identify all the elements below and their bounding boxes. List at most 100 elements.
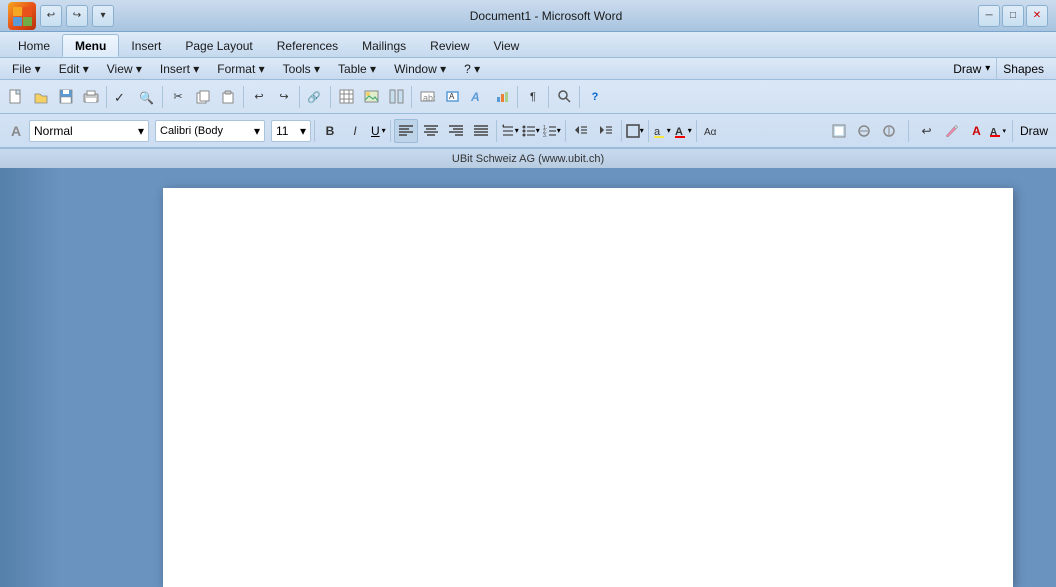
menu-format[interactable]: Format ▾ [209, 60, 272, 78]
office-logo[interactable] [8, 2, 36, 30]
numbering-button[interactable]: 1.2.3. ▾ [542, 119, 562, 143]
font-color-button[interactable]: A ▾ [673, 119, 693, 143]
separator-7 [517, 86, 518, 108]
tab-menu[interactable]: Menu [62, 34, 119, 57]
close-button[interactable]: ✕ [1026, 5, 1048, 27]
open-button[interactable] [29, 85, 53, 109]
tab-references[interactable]: References [265, 35, 350, 57]
sep-fmt-6 [648, 120, 649, 142]
quick-access-more[interactable]: ▾ [92, 5, 114, 27]
separator-2 [162, 86, 163, 108]
draw-dropdown-arrow[interactable]: ▾ [985, 63, 990, 74]
bullets-button[interactable]: ▾ [521, 119, 541, 143]
align-left-button[interactable] [394, 119, 418, 143]
help-button[interactable]: ? [583, 85, 607, 109]
print-button[interactable] [79, 85, 103, 109]
highlight-button[interactable]: a ▾ [652, 119, 672, 143]
line-spacing-arrow: ▾ [515, 126, 519, 135]
tab-review[interactable]: Review [418, 35, 481, 57]
change-styles-button[interactable]: Aα [700, 119, 724, 143]
align-right-button[interactable] [444, 119, 468, 143]
status-bar: UBit Schweiz AG (www.ubit.ch) [0, 148, 1056, 168]
borders-button[interactable]: ▾ [625, 119, 645, 143]
right-draw-btn2[interactable] [852, 119, 876, 143]
maximize-button[interactable]: □ [1002, 5, 1024, 27]
style-arrow: ▾ [138, 124, 144, 138]
undo-toolbar-button[interactable]: ↩ [247, 85, 271, 109]
italic-button[interactable]: I [343, 119, 367, 143]
bold-button[interactable]: B [318, 119, 342, 143]
separator-5 [330, 86, 331, 108]
menu-file[interactable]: File ▾ [4, 60, 49, 78]
tab-insert[interactable]: Insert [119, 35, 173, 57]
insert-table-button[interactable] [334, 85, 358, 109]
spellcheck-button[interactable]: ✓ [110, 85, 134, 109]
line-spacing-button[interactable]: ▾ [500, 119, 520, 143]
underline-button[interactable]: U ▾ [368, 119, 387, 143]
undo-button[interactable]: ↩ [40, 5, 62, 27]
size-value: 11 [276, 124, 288, 138]
content-area [0, 168, 1056, 587]
font-dropdown[interactable]: Calibri (Body ▾ [155, 120, 265, 142]
tab-view[interactable]: View [482, 35, 532, 57]
right-draw-btn3[interactable] [877, 119, 901, 143]
research-button[interactable]: 🔍 [135, 85, 159, 109]
sep-right-2 [1012, 120, 1013, 142]
svg-text:🔗: 🔗 [307, 90, 321, 104]
ribbon-tabs: Home Menu Insert Page Layout References … [0, 32, 1056, 58]
underline-arrow: ▾ [382, 126, 386, 135]
separator-4 [299, 86, 300, 108]
decrease-indent-button[interactable] [569, 119, 593, 143]
new-button[interactable] [4, 85, 28, 109]
tab-mailings[interactable]: Mailings [350, 35, 418, 57]
menu-edit[interactable]: Edit ▾ [51, 60, 97, 78]
sep-right-1 [908, 120, 909, 142]
wordart-button[interactable]: A [465, 85, 489, 109]
font-size-dropdown[interactable]: 11 ▾ [271, 120, 311, 142]
separator-9 [579, 86, 580, 108]
show-hide-button[interactable]: ¶ [521, 85, 545, 109]
drawing-button[interactable]: abc [415, 85, 439, 109]
menu-table[interactable]: Table ▾ [330, 60, 384, 78]
chart-button[interactable] [490, 85, 514, 109]
column-button[interactable] [384, 85, 408, 109]
right-draw-color[interactable]: A ▾ [989, 119, 1007, 143]
font-arrow: ▾ [254, 124, 260, 138]
insert-picture-button[interactable] [359, 85, 383, 109]
hyperlink-button[interactable]: 🔗 [303, 85, 327, 109]
sep-fmt-3 [496, 120, 497, 142]
menu-tools[interactable]: Tools ▾ [275, 60, 328, 78]
paste-button[interactable] [216, 85, 240, 109]
menu-window[interactable]: Window ▾ [386, 60, 454, 78]
menu-help[interactable]: ? ▾ [456, 60, 488, 78]
right-draw-undo[interactable]: ↩ [914, 119, 938, 143]
sep-fmt-7 [696, 120, 697, 142]
borders-arrow: ▾ [640, 126, 644, 135]
justify-button[interactable] [469, 119, 493, 143]
minimize-button[interactable]: ─ [978, 5, 1000, 27]
copy-button[interactable] [191, 85, 215, 109]
right-draw-text[interactable]: A [964, 119, 988, 143]
textbox-button[interactable]: A [440, 85, 464, 109]
sep-fmt-2 [390, 120, 391, 142]
increase-indent-button[interactable] [594, 119, 618, 143]
cut-button[interactable]: ✂ [166, 85, 190, 109]
tab-page-layout[interactable]: Page Layout [173, 35, 264, 57]
right-draw-pen[interactable] [939, 119, 963, 143]
menu-view[interactable]: View ▾ [99, 60, 150, 78]
redo-button[interactable]: ↪ [66, 5, 88, 27]
tab-home[interactable]: Home [6, 35, 62, 57]
svg-text:🔍: 🔍 [139, 90, 154, 105]
menu-insert[interactable]: Insert ▾ [152, 60, 207, 78]
document-area[interactable] [60, 168, 1056, 587]
redo-toolbar-button[interactable]: ↪ [272, 85, 296, 109]
document-page[interactable] [163, 188, 1013, 587]
right-draw-btn1[interactable] [827, 119, 851, 143]
save-button[interactable] [54, 85, 78, 109]
sep-fmt-5 [621, 120, 622, 142]
svg-text:abc: abc [423, 93, 435, 103]
style-value: Normal [34, 124, 73, 138]
zoom-button[interactable] [552, 85, 576, 109]
style-dropdown[interactable]: Normal ▾ [29, 120, 149, 142]
align-center-button[interactable] [419, 119, 443, 143]
